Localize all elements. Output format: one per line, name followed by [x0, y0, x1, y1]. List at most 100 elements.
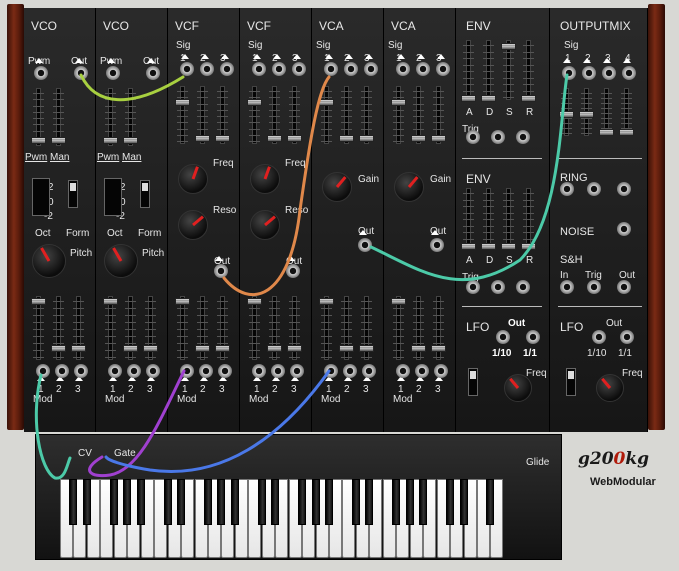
sig-jack[interactable]: [292, 62, 306, 76]
pwm-jack[interactable]: [106, 66, 120, 80]
slider[interactable]: [319, 86, 334, 144]
slider[interactable]: [359, 296, 374, 360]
slider[interactable]: [481, 40, 496, 102]
mod-jack[interactable]: [127, 364, 141, 378]
slider[interactable]: [123, 88, 138, 146]
switch[interactable]: [566, 368, 576, 396]
black-key[interactable]: [419, 479, 428, 525]
slider-handle[interactable]: [267, 345, 282, 352]
mod-jack[interactable]: [108, 364, 122, 378]
out-jack[interactable]: [146, 66, 160, 80]
slider[interactable]: [521, 188, 536, 250]
black-key[interactable]: [82, 479, 91, 525]
mod-jack[interactable]: [74, 364, 88, 378]
out-jack[interactable]: [286, 264, 300, 278]
slider[interactable]: [521, 40, 536, 102]
pwm-jack[interactable]: [34, 66, 48, 80]
slider[interactable]: [431, 296, 446, 360]
mod-jack[interactable]: [271, 364, 285, 378]
slider-handle[interactable]: [461, 95, 476, 102]
mod-jack[interactable]: [415, 364, 429, 378]
slider-handle[interactable]: [195, 345, 210, 352]
mod-jack[interactable]: [324, 364, 338, 378]
slider-handle[interactable]: [599, 129, 614, 136]
slider-handle[interactable]: [431, 135, 446, 142]
slider[interactable]: [31, 296, 46, 360]
slider[interactable]: [123, 296, 138, 360]
slider[interactable]: [411, 296, 426, 360]
black-key[interactable]: [365, 479, 374, 525]
slider-handle[interactable]: [267, 135, 282, 142]
black-key[interactable]: [298, 479, 307, 525]
slider[interactable]: [103, 88, 118, 146]
slider-handle[interactable]: [143, 345, 158, 352]
slider-handle[interactable]: [319, 298, 334, 305]
slider-handle[interactable]: [411, 345, 426, 352]
rotary-knob[interactable]: [596, 374, 624, 402]
slider[interactable]: [559, 88, 574, 136]
slider[interactable]: [195, 86, 210, 144]
slider-handle[interactable]: [521, 243, 536, 250]
sig-jack[interactable]: [436, 62, 450, 76]
slider[interactable]: [103, 296, 118, 360]
slider-handle[interactable]: [411, 135, 426, 142]
rotary-knob[interactable]: [178, 210, 208, 240]
slider-handle[interactable]: [359, 345, 374, 352]
sig-jack[interactable]: [344, 62, 358, 76]
slider-handle[interactable]: [619, 129, 634, 136]
slider[interactable]: [391, 296, 406, 360]
mod-jack[interactable]: [362, 364, 376, 378]
mod-jack[interactable]: [146, 364, 160, 378]
slider[interactable]: [599, 88, 614, 136]
slider-handle[interactable]: [481, 243, 496, 250]
sig-jack[interactable]: [602, 66, 616, 80]
black-key[interactable]: [351, 479, 360, 525]
rotary-knob[interactable]: [322, 172, 352, 202]
slider[interactable]: [143, 296, 158, 360]
slider[interactable]: [501, 188, 516, 250]
sig-jack[interactable]: [562, 66, 576, 80]
slider-handle[interactable]: [481, 95, 496, 102]
out-jack[interactable]: [74, 66, 88, 80]
env2-trig-jack[interactable]: [466, 280, 480, 294]
slider[interactable]: [51, 88, 66, 146]
slider-handle[interactable]: [391, 99, 406, 106]
sig-jack[interactable]: [622, 66, 636, 80]
out-jack[interactable]: [214, 264, 228, 278]
mod-jack[interactable]: [218, 364, 232, 378]
slider[interactable]: [31, 88, 46, 146]
black-key[interactable]: [311, 479, 320, 525]
slider-handle[interactable]: [71, 345, 86, 352]
out-jack[interactable]: [430, 238, 444, 252]
mod-jack[interactable]: [434, 364, 448, 378]
sig-jack[interactable]: [324, 62, 338, 76]
slider-handle[interactable]: [123, 345, 138, 352]
sig-jack[interactable]: [416, 62, 430, 76]
slider-handle[interactable]: [287, 345, 302, 352]
env-inv-jack[interactable]: [516, 130, 530, 144]
slider[interactable]: [339, 296, 354, 360]
slider-handle[interactable]: [501, 243, 516, 250]
black-key[interactable]: [177, 479, 186, 525]
ring-in-jack-1[interactable]: [560, 182, 574, 196]
slider-handle[interactable]: [175, 298, 190, 305]
slider[interactable]: [411, 86, 426, 144]
slider[interactable]: [287, 296, 302, 360]
slider[interactable]: [287, 86, 302, 144]
env-trig-jack[interactable]: [466, 130, 480, 144]
slider-handle[interactable]: [31, 137, 46, 144]
slider-handle[interactable]: [103, 137, 118, 144]
slider-handle[interactable]: [431, 345, 446, 352]
black-key[interactable]: [405, 479, 414, 525]
env2-out-jack[interactable]: [491, 280, 505, 294]
slider-handle[interactable]: [31, 298, 46, 305]
slider[interactable]: [461, 40, 476, 102]
slider-handle[interactable]: [339, 345, 354, 352]
slider-handle[interactable]: [391, 298, 406, 305]
slider[interactable]: [501, 40, 516, 100]
slider[interactable]: [175, 296, 190, 360]
black-key[interactable]: [446, 479, 455, 525]
mod-jack[interactable]: [396, 364, 410, 378]
sh-in-jack[interactable]: [560, 280, 574, 294]
slider-handle[interactable]: [123, 137, 138, 144]
